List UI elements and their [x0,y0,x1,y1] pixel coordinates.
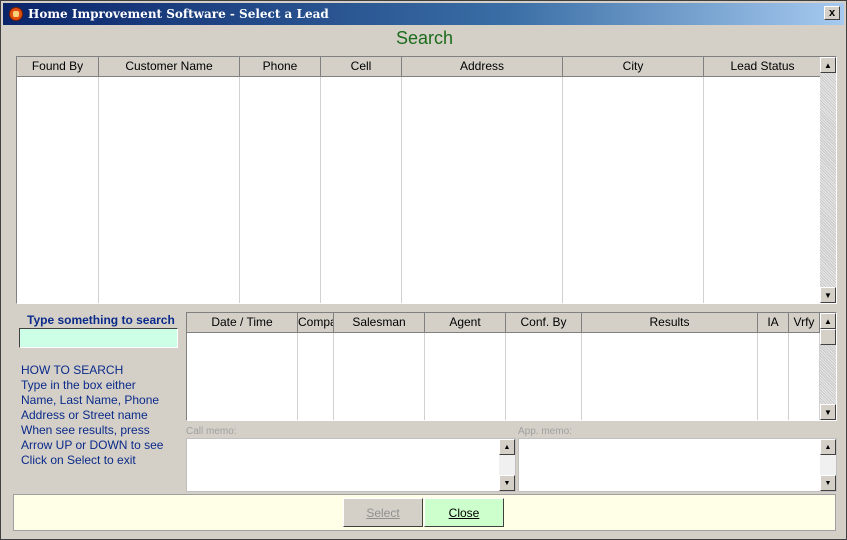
col-lead-status[interactable]: Lead Status [704,57,822,77]
col-phone[interactable]: Phone [240,57,321,77]
col-address[interactable]: Address [402,57,563,77]
howto-line: Arrow UP or DOWN to see [21,438,164,452]
col-cell[interactable]: Cell [321,57,402,77]
leads-scrollbar[interactable]: ▲ ▼ [820,57,836,303]
howto-line: Type in the box either [21,378,136,392]
call-memo-label: Call memo: [186,426,237,437]
col-date-time[interactable]: Date / Time [187,313,298,333]
scroll-thumb[interactable] [820,329,836,345]
col-agent[interactable]: Agent [425,313,506,333]
howto-line: Name, Last Name, Phone [21,393,160,407]
howto-line: When see results, press [21,423,150,437]
col-ia[interactable]: IA [758,313,789,333]
howto-line: HOW TO SEARCH [21,363,124,377]
col-results[interactable]: Results [582,313,758,333]
app-icon [9,7,23,21]
window-title: Home Improvement Software - Select a Lea… [28,7,329,21]
col-customer-name[interactable]: Customer Name [99,57,240,77]
app-memo-label: App. memo: [518,426,572,437]
appointments-table-header: Date / Time Compa Salesman Agent Conf. B… [187,313,820,333]
close-button[interactable]: Close [424,498,504,527]
appointments-table[interactable]: Date / Time Compa Salesman Agent Conf. B… [186,312,837,421]
search-input[interactable] [19,328,178,348]
howto-line: Click on Select to exit [21,453,136,467]
scroll-down-icon[interactable]: ▼ [499,475,515,491]
call-memo-scrollbar[interactable]: ▲ ▼ [499,439,515,491]
col-found-by[interactable]: Found By [17,57,99,77]
col-company[interactable]: Compa [298,313,334,333]
scroll-up-icon[interactable]: ▲ [820,57,836,73]
call-memo-field[interactable]: ▲ ▼ [186,438,516,492]
select-lead-window: Home Improvement Software - Select a Lea… [0,0,847,540]
scroll-down-icon[interactable]: ▼ [820,287,836,303]
scroll-up-icon[interactable]: ▲ [820,313,836,329]
appointments-scrollbar[interactable]: ▲ ▼ [820,313,836,420]
col-city[interactable]: City [563,57,704,77]
title-bar[interactable]: Home Improvement Software - Select a Lea… [3,3,844,25]
appointments-table-body[interactable] [187,333,820,420]
col-conf-by[interactable]: Conf. By [506,313,582,333]
select-button[interactable]: Select [343,498,423,527]
leads-table-body[interactable] [17,77,822,303]
col-vrfy[interactable]: Vrfy [789,313,820,333]
leads-table-header: Found By Customer Name Phone Cell Addres… [17,57,822,77]
app-memo-scrollbar[interactable]: ▲ ▼ [820,439,836,491]
scroll-up-icon[interactable]: ▲ [820,439,836,455]
search-label: Type something to search [27,313,175,327]
close-window-button[interactable]: x [824,6,840,20]
scroll-up-icon[interactable]: ▲ [499,439,515,455]
app-memo-field[interactable]: ▲ ▼ [518,438,837,492]
leads-table[interactable]: Found By Customer Name Phone Cell Addres… [16,56,837,304]
scroll-down-icon[interactable]: ▼ [820,404,836,420]
howto-line: Address or Street name [21,408,148,422]
scroll-down-icon[interactable]: ▼ [820,475,836,491]
col-salesman[interactable]: Salesman [334,313,425,333]
page-title: Search [395,28,454,48]
search-instructions: HOW TO SEARCH Type in the box either Nam… [21,363,163,468]
